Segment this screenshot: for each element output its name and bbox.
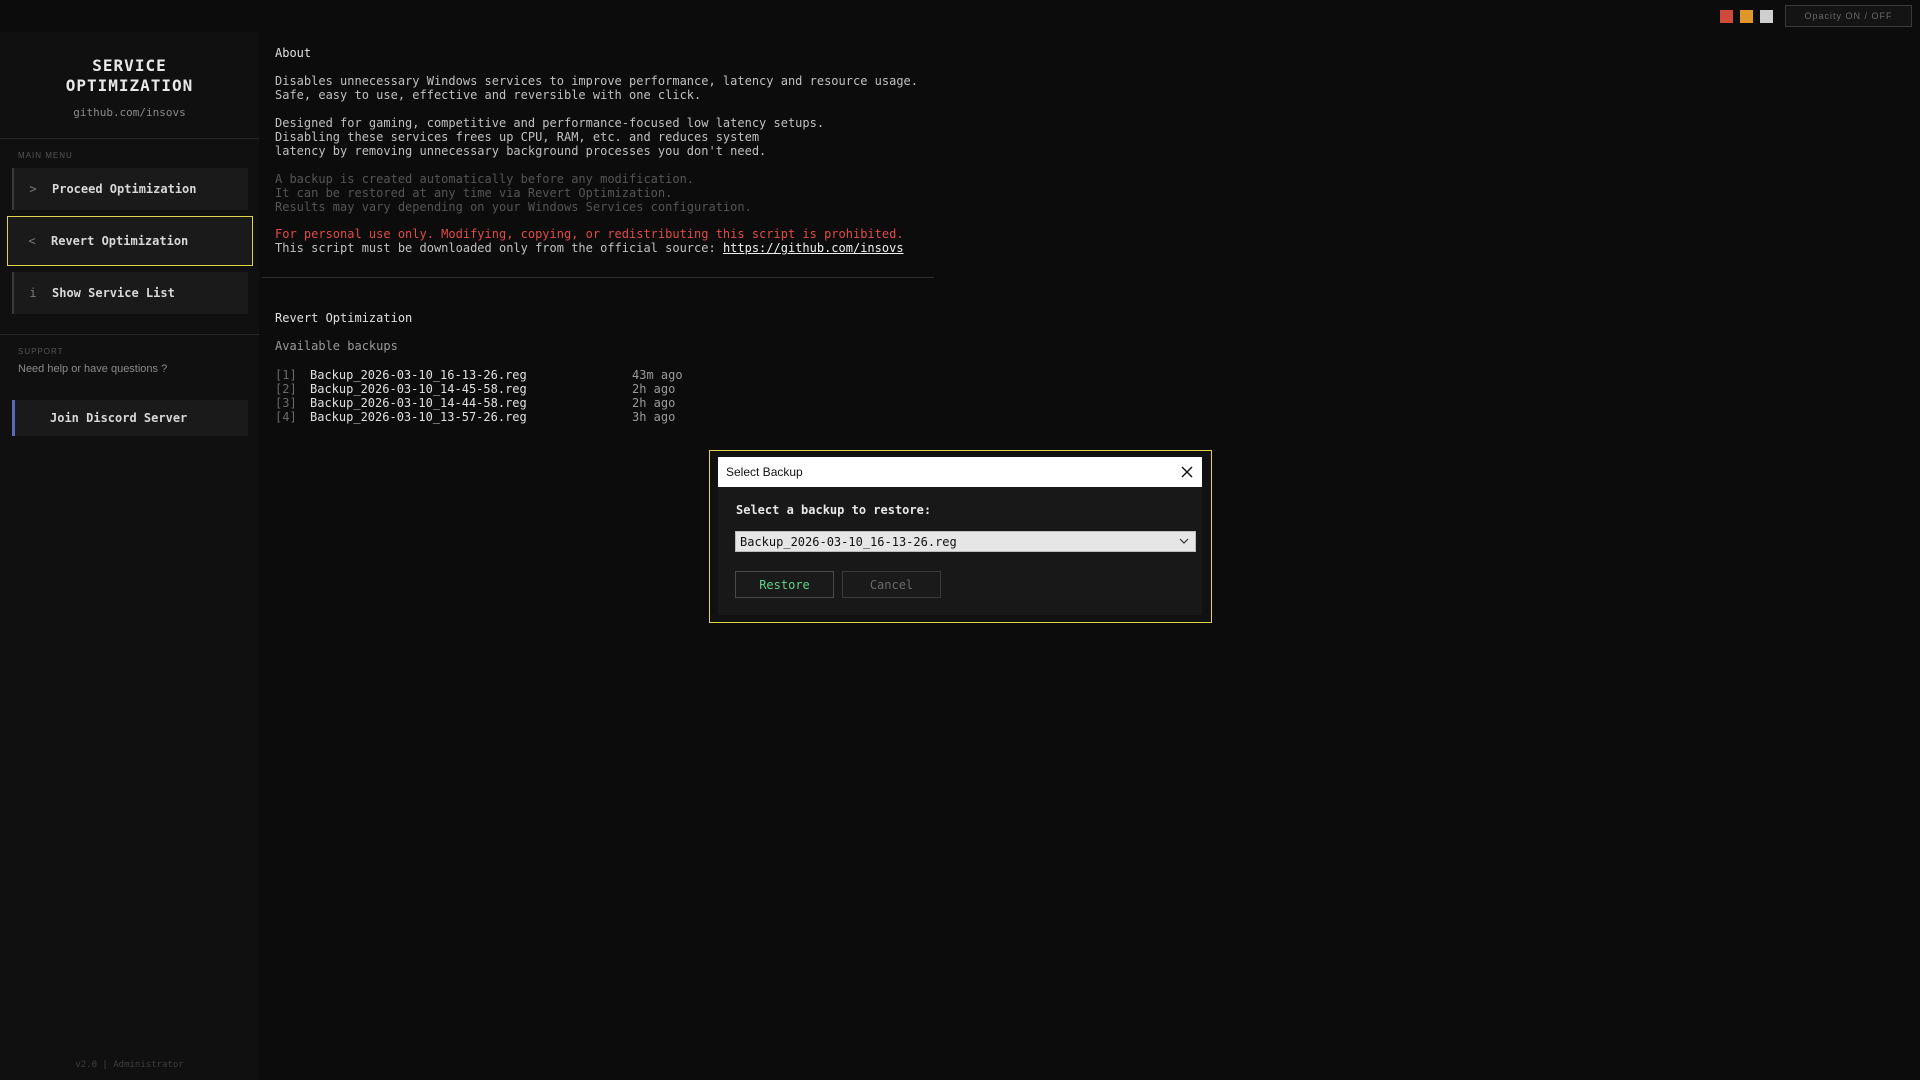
chevron-right-icon: > bbox=[29, 182, 37, 196]
sidebar-footer: v2.0 | Administrator bbox=[75, 1060, 184, 1070]
sidebar-divider bbox=[0, 138, 259, 139]
app-title: SERVICE OPTIMIZATION bbox=[0, 56, 259, 96]
chevron-left-icon: < bbox=[28, 234, 36, 248]
close-window-button[interactable] bbox=[1720, 10, 1733, 23]
join-discord-button[interactable]: Join Discord Server bbox=[12, 400, 248, 436]
warning-text: For personal use only. Modifying, copyin… bbox=[275, 227, 904, 241]
backup-row: [1] Backup_2026-03-10_16-13-26.reg 43m a… bbox=[275, 368, 683, 382]
restore-button[interactable]: Restore bbox=[735, 571, 834, 598]
sidebar-item-proceed-optimization[interactable]: > Proceed Optimization bbox=[12, 168, 248, 210]
app-title-line1: SERVICE bbox=[92, 56, 167, 75]
maximize-window-button[interactable] bbox=[1760, 10, 1773, 23]
app-link: github.com/insovs bbox=[73, 106, 186, 119]
backup-row: [2] Backup_2026-03-10_14-45-58.reg 2h ag… bbox=[275, 382, 676, 396]
backup-select-value: Backup_2026-03-10_16-13-26.reg bbox=[740, 534, 957, 549]
dialog-titlebar: Select Backup bbox=[718, 457, 1202, 487]
main-menu-label: MAIN MENU bbox=[18, 151, 73, 160]
sidebar-item-label: Revert Optimization bbox=[51, 234, 189, 248]
cancel-button[interactable]: Cancel bbox=[842, 571, 941, 598]
revert-title: Revert Optimization bbox=[275, 311, 413, 325]
section-divider bbox=[262, 277, 934, 278]
sidebar-item-show-service-list[interactable]: i Show Service List bbox=[12, 272, 248, 314]
support-text: Need help or have questions ? bbox=[18, 363, 168, 375]
support-label: SUPPORT bbox=[18, 347, 64, 356]
source-link[interactable]: https://github.com/insovs bbox=[723, 241, 904, 255]
chevron-down-icon bbox=[1179, 538, 1189, 544]
app-title-line2: OPTIMIZATION bbox=[65, 76, 194, 95]
minimize-window-button[interactable] bbox=[1740, 10, 1753, 23]
about-paragraph-1: Disables unnecessary Windows services to… bbox=[275, 74, 918, 102]
warning-block: For personal use only. Modifying, copyin… bbox=[275, 227, 904, 255]
dialog-body: Select a backup to restore: Backup_2026-… bbox=[718, 487, 1202, 615]
select-backup-dialog: Select Backup Select a backup to restore… bbox=[709, 450, 1212, 623]
close-icon[interactable] bbox=[1178, 463, 1196, 481]
about-paragraph-2: Designed for gaming, competitive and per… bbox=[275, 116, 825, 158]
source-prefix: This script must be downloaded only from… bbox=[275, 241, 723, 255]
top-bar: Opacity ON / OFF bbox=[0, 0, 1920, 32]
sidebar: SERVICE OPTIMIZATION github.com/insovs M… bbox=[0, 32, 259, 1080]
backup-row: [3] Backup_2026-03-10_14-44-58.reg 2h ag… bbox=[275, 396, 676, 410]
dialog-title: Select Backup bbox=[726, 465, 803, 479]
opacity-toggle[interactable]: Opacity ON / OFF bbox=[1785, 5, 1912, 27]
sidebar-item-label: Show Service List bbox=[52, 286, 175, 300]
available-backups-label: Available backups bbox=[275, 339, 398, 353]
backup-select[interactable]: Backup_2026-03-10_16-13-26.reg bbox=[735, 531, 1196, 552]
backup-row: [4] Backup_2026-03-10_13-57-26.reg 3h ag… bbox=[275, 410, 676, 424]
sidebar-item-label: Proceed Optimization bbox=[52, 182, 197, 196]
dialog-label: Select a backup to restore: bbox=[736, 503, 932, 517]
sidebar-divider bbox=[0, 334, 259, 335]
info-icon: i bbox=[29, 286, 37, 300]
sidebar-item-revert-optimization[interactable]: < Revert Optimization bbox=[7, 216, 253, 266]
about-paragraph-3: A backup is created automatically before… bbox=[275, 172, 752, 214]
about-title: About bbox=[275, 46, 312, 60]
